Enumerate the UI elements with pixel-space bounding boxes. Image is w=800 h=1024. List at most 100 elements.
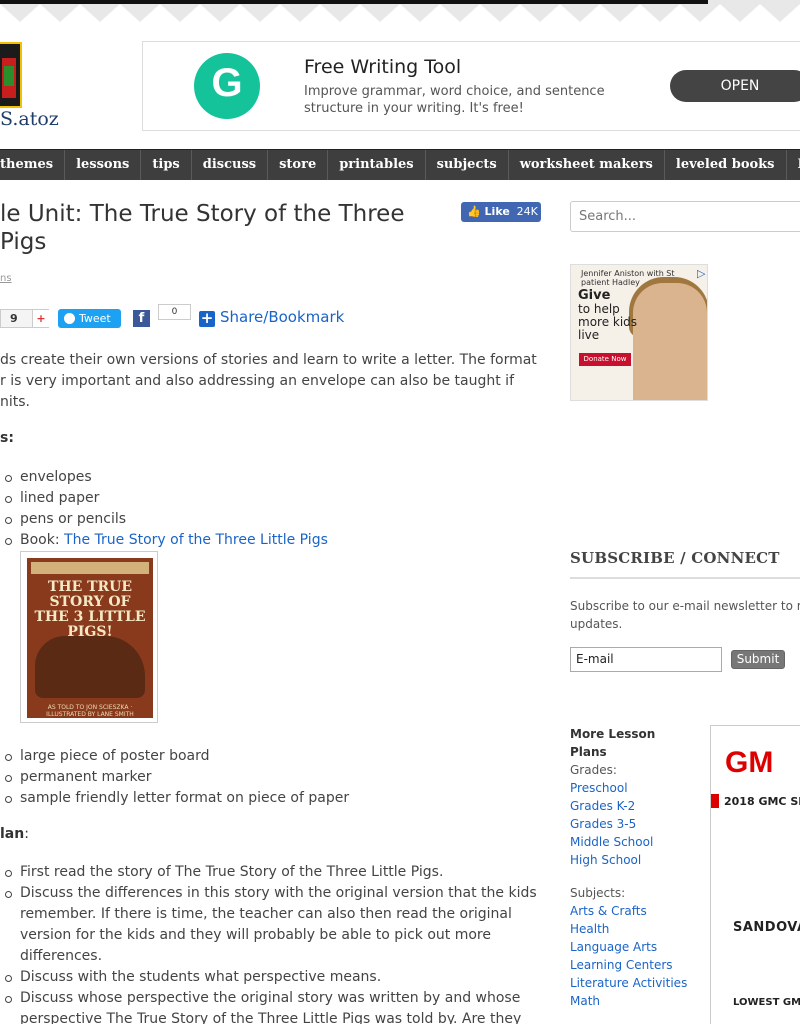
sidebar-ad[interactable]: Jennifer Aniston with St patient Hadley …: [570, 264, 708, 401]
grade-link-k2[interactable]: Grades K-2: [570, 797, 695, 815]
site-logo[interactable]: S.atoz: [0, 40, 70, 132]
pin-button[interactable]: 9 +: [0, 309, 49, 328]
list-item: pens or pencils: [5, 509, 545, 530]
gmc-ad[interactable]: GM 2018 GMC SIE 1500 DENALI SANDOVA LOWE…: [710, 725, 800, 1024]
nav-item-worksheet-makers[interactable]: worksheet makers: [509, 150, 665, 180]
nav-item-tips[interactable]: tips: [141, 150, 192, 180]
plan-heading: lan:: [0, 826, 29, 842]
book-cover-footer: AS TOLD TO JON SCIESZKA · ILLUSTRATED BY…: [46, 704, 134, 718]
share-bookmark-link[interactable]: Share/Bookmark: [220, 308, 344, 326]
list-item: First read the story of The True Story o…: [5, 862, 545, 883]
main-nav: themes lessons tips discuss store printables s…: [0, 149, 800, 180]
ad-give: Give: [578, 288, 611, 303]
subscribe-text: Subscribe to our e-mail newsletter to r …: [570, 599, 800, 631]
facebook-share-icon[interactable]: f: [133, 310, 150, 327]
subject-link-learning-centers[interactable]: Learning Centers: [570, 956, 695, 974]
grade-link-middle-school[interactable]: Middle School: [570, 833, 695, 851]
ad-close-icon[interactable]: ▷✕: [697, 267, 707, 280]
nav-item-store[interactable]: store: [268, 150, 329, 180]
grade-link-preschool[interactable]: Preschool: [570, 779, 695, 797]
list-item: envelopes: [5, 467, 545, 488]
like-count: 24K: [516, 205, 538, 218]
email-field[interactable]: E-mail: [570, 647, 722, 672]
nav-item-themes[interactable]: themes: [0, 150, 66, 180]
donate-button[interactable]: Donate Now: [579, 353, 631, 366]
grammarly-logo-icon: G: [194, 53, 260, 119]
thumbs-up-icon: 👍: [467, 205, 481, 218]
list-item: lined paper: [5, 488, 545, 509]
nav-item-subjects[interactable]: subjects: [426, 150, 509, 180]
tweet-label: Tweet: [79, 312, 111, 325]
facebook-like-button[interactable]: 👍 Like 24K: [461, 202, 541, 222]
logo-emblem: [0, 42, 22, 108]
ad-caption: Jennifer Aniston with St patient Hadley: [581, 269, 675, 287]
book-cover-image[interactable]: THE TRUE STORY OF THE 3 LITTLE PIGS! AS …: [20, 551, 158, 723]
ad-lease: LOWEST GM LEASES IN C: [733, 997, 800, 1008]
nav-item-little-giraffes[interactable]: Little Gira: [787, 150, 800, 180]
subject-link-language-arts[interactable]: Language Arts: [570, 938, 695, 956]
nav-item-leveled-books[interactable]: leveled books: [665, 150, 787, 180]
list-item: Discuss with the students what perspecti…: [5, 967, 545, 988]
more-heading: More Lesson Plans: [570, 727, 656, 759]
ad-banner[interactable]: G Free Writing Tool Improve grammar, wor…: [142, 41, 800, 131]
more-lesson-plans: More Lesson Plans Grades: Preschool Grad…: [570, 725, 695, 1010]
grade-link-high-school[interactable]: High School: [570, 851, 695, 869]
ad-title: Free Writing Tool: [304, 56, 462, 78]
plan-label: lan: [0, 826, 25, 842]
share-row: 9 + Tweet f 0 + Share/Bookmark: [0, 304, 560, 330]
materials-heading: s:: [0, 430, 14, 446]
ad-description: Improve grammar, word choice, and senten…: [304, 84, 605, 116]
subjects-label: Subjects:: [570, 886, 626, 900]
list-item: Discuss whose perspective the original s…: [5, 988, 545, 1024]
pin-count: 9: [10, 312, 18, 325]
ad-red-bar: [711, 794, 719, 808]
cover-top-band: [31, 562, 149, 574]
ad-open-button[interactable]: OPEN: [670, 70, 800, 102]
book-cover-title: THE TRUE STORY OF THE 3 LITTLE PIGS!: [34, 579, 146, 640]
ad-tagline: to help more kids live: [578, 302, 638, 342]
plan-steps-list: First read the story of The True Story o…: [5, 862, 545, 1024]
zigzag-pattern: [0, 4, 800, 26]
search-input[interactable]: Search...: [570, 201, 800, 232]
materials-list: envelopes lined paper pens or pencils Bo…: [5, 467, 545, 551]
submit-button[interactable]: Submit: [731, 650, 785, 669]
top-border: [0, 0, 800, 26]
ad-dealer: SANDOVA: [733, 920, 800, 935]
divider: [570, 577, 800, 579]
page-title: le Unit: The True Story of the Three Pig…: [0, 201, 405, 255]
grades-label: Grades:: [570, 763, 617, 777]
book-link[interactable]: The True Story of the Three Little Pigs: [64, 532, 328, 548]
subject-link-literature[interactable]: Literature Activities: [570, 974, 695, 992]
like-label: Like: [484, 205, 510, 218]
nav-item-lessons[interactable]: lessons: [65, 150, 142, 180]
nav-item-printables[interactable]: printables: [328, 150, 426, 180]
plan-colon: :: [24, 826, 29, 842]
nav-item-discuss[interactable]: discuss: [192, 150, 269, 180]
cover-illustration: [35, 636, 145, 698]
list-item: Book: The True Story of the Three Little…: [5, 530, 545, 551]
gmc-logo: GM: [725, 746, 774, 779]
list-item: sample friendly letter format on piece o…: [5, 788, 545, 809]
book-prefix: Book:: [20, 532, 65, 548]
plus-share-icon[interactable]: +: [199, 311, 215, 327]
book-cover: THE TRUE STORY OF THE 3 LITTLE PIGS! AS …: [27, 558, 153, 718]
materials-list-more: large piece of poster board permanent ma…: [5, 746, 545, 809]
list-item: permanent marker: [5, 767, 545, 788]
intro-paragraph: ds create their own versions of stories …: [0, 352, 537, 410]
twitter-bird-icon: [64, 313, 75, 324]
ad-photo: [633, 283, 707, 400]
grade-link-3-5[interactable]: Grades 3-5: [570, 815, 695, 833]
subject-link-arts-crafts[interactable]: Arts & Crafts: [570, 902, 695, 920]
subscribe-heading: SUBSCRIBE / CONNECT: [570, 549, 780, 567]
subject-link-math[interactable]: Math: [570, 992, 695, 1010]
list-item: large piece of poster board: [5, 746, 545, 767]
tweet-button[interactable]: Tweet: [58, 309, 121, 328]
facebook-share-count: 0: [158, 304, 191, 320]
list-item: Discuss the differences in this story wi…: [5, 883, 545, 967]
plus-icon: +: [32, 310, 49, 327]
logo-text: S.atoz: [0, 108, 59, 130]
ad-model: 2018 GMC SIE 1500 DENALI: [724, 795, 800, 808]
breadcrumb[interactable]: ns: [0, 273, 12, 284]
subject-link-health[interactable]: Health: [570, 920, 695, 938]
